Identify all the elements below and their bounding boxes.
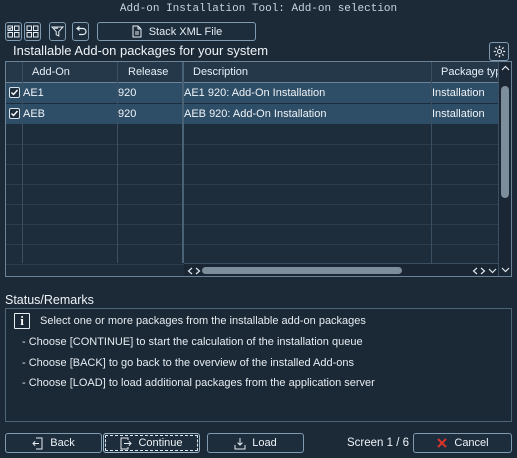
column-header-package-type[interactable]: Package type <box>441 66 499 78</box>
select-all-icon <box>7 25 20 38</box>
empty-row <box>6 145 499 165</box>
window-title: Add-on Installation Tool: Add-on selecti… <box>119 3 398 15</box>
continue-button[interactable]: Continue <box>103 433 200 453</box>
empty-row <box>6 225 499 245</box>
empty-row <box>6 125 499 145</box>
status-message: Select one or more packages from the ins… <box>40 315 366 327</box>
status-message: - Choose [CONTINUE] to start the calcula… <box>22 336 363 348</box>
vertical-scroll-thumb[interactable] <box>501 86 509 198</box>
column-header-release[interactable]: Release <box>128 66 168 78</box>
section-title: Installable Add-on packages for your sys… <box>13 43 269 58</box>
scroll-right-icon[interactable] <box>480 267 486 275</box>
table-settings-button[interactable] <box>489 42 509 61</box>
deselect-all-button[interactable] <box>24 22 41 41</box>
load-button[interactable]: Load <box>207 433 304 453</box>
column-divider <box>22 62 23 263</box>
column-divider <box>431 62 432 263</box>
continue-label: Continue <box>138 437 183 449</box>
stack-xml-file-button[interactable]: Stack XML File <box>97 22 256 41</box>
addon-cell: AEB <box>23 108 46 120</box>
row-checkbox[interactable] <box>9 87 20 98</box>
cancel-button[interactable]: Cancel <box>413 433 512 453</box>
table-row[interactable]: AEB 920 AEB 920: Add-On Installation Ins… <box>6 104 499 124</box>
empty-row <box>6 185 499 205</box>
scroll-down-icon[interactable] <box>501 267 510 273</box>
document-icon <box>132 25 142 38</box>
info-icon: i <box>14 313 30 329</box>
description-cell: AE1 920: Add-On Installation <box>184 87 326 99</box>
addon-cell: AE1 <box>23 87 44 99</box>
status-remarks-panel: i Select one or more packages from the i… <box>5 308 512 422</box>
empty-row <box>6 165 499 185</box>
empty-row <box>6 205 499 225</box>
column-divider <box>117 62 118 263</box>
horizontal-scroll-thumb[interactable] <box>202 267 402 274</box>
column-divider <box>182 62 184 263</box>
stack-xml-file-label: Stack XML File <box>148 25 223 38</box>
checkmark-icon <box>11 89 19 96</box>
release-cell: 920 <box>118 87 137 99</box>
column-header-description[interactable]: Description <box>193 66 248 78</box>
scroll-down-icon[interactable] <box>488 268 497 274</box>
back-label: Back <box>50 437 75 449</box>
scroll-left-icon[interactable] <box>187 267 193 275</box>
select-all-button[interactable] <box>5 22 22 41</box>
gear-icon <box>493 45 505 58</box>
horizontal-scrollbar[interactable] <box>184 263 498 276</box>
deselect-all-icon <box>26 25 39 38</box>
scroll-left-icon[interactable] <box>472 267 478 275</box>
scroll-up-icon[interactable] <box>501 65 510 71</box>
status-remarks-label: Status/Remarks <box>5 293 94 307</box>
load-label: Load <box>252 437 277 449</box>
empty-row <box>6 245 499 265</box>
back-button[interactable]: Back <box>5 433 102 453</box>
load-icon <box>234 437 246 449</box>
filter-icon <box>51 26 64 37</box>
screen-indicator: Screen 1 / 6 <box>347 437 410 449</box>
undo-button[interactable] <box>72 22 89 41</box>
status-message: - Choose [LOAD] to load additional packa… <box>22 377 375 389</box>
table-row[interactable]: AE1 920 AE1 920: Add-On Installation Ins… <box>6 83 499 103</box>
column-header-addon[interactable]: Add-On <box>32 66 70 78</box>
description-cell: AEB 920: Add-On Installation <box>184 108 327 120</box>
table-header: Add-On Release Description Package type <box>6 62 511 83</box>
package-type-cell: Installation <box>432 87 485 99</box>
checkmark-icon <box>11 110 19 117</box>
status-message: - Choose [BACK] to go back to the overvi… <box>22 357 355 369</box>
cancel-label: Cancel <box>454 437 489 449</box>
filter-button[interactable] <box>49 22 66 41</box>
back-icon <box>32 437 43 449</box>
undo-icon <box>76 26 87 36</box>
close-icon <box>437 438 448 448</box>
package-type-cell: Installation <box>432 108 485 120</box>
release-cell: 920 <box>118 108 137 120</box>
row-checkbox[interactable] <box>9 108 20 119</box>
continue-icon <box>120 437 133 449</box>
vertical-scrollbar[interactable] <box>498 62 511 276</box>
scroll-right-icon[interactable] <box>195 267 201 275</box>
addon-table: Add-On Release Description Package type … <box>5 61 512 277</box>
